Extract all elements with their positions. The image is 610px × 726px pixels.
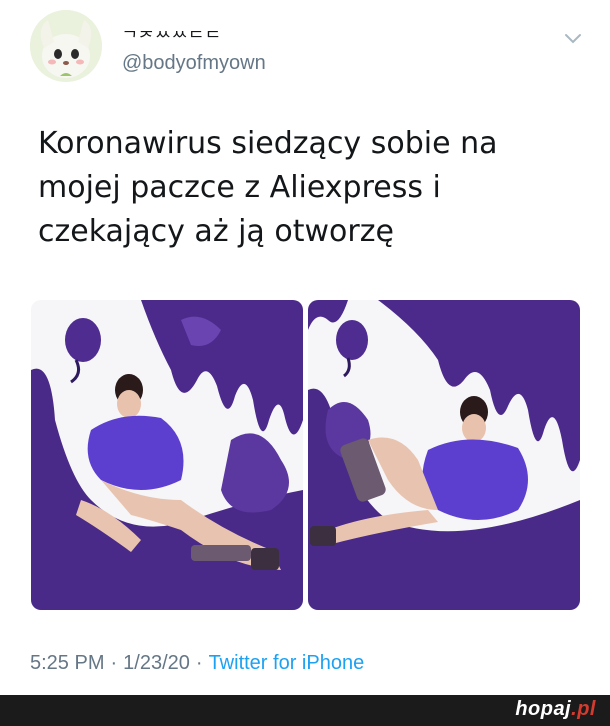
brand-tld: .pl [571, 698, 596, 720]
site-logo[interactable]: hopaj.pl [515, 698, 596, 721]
user-handle[interactable]: @bodyofmyown [122, 52, 266, 75]
avatar-image [30, 10, 102, 82]
avatar[interactable] [30, 10, 102, 82]
tweet-date[interactable]: 1/23/20 [123, 652, 190, 674]
tweet-text-line: mojej paczce z Aliexpress i [38, 170, 441, 205]
tweet-meta: 5:25 PM · 1/23/20 · Twitter for iPhone [30, 652, 364, 675]
chevron-down-icon[interactable] [562, 30, 584, 46]
tweet-time[interactable]: 5:25 PM [30, 652, 104, 674]
tweet-text-line: Koronawirus siedzący sobie na [38, 126, 498, 161]
tweet-photo-left[interactable] [31, 300, 303, 610]
photo-right-image [308, 300, 580, 610]
tweet-text-line: czekający aż ją otworzę [38, 214, 394, 249]
display-name[interactable]: ᄀᅎᄊᄊᄃᄃ [122, 24, 222, 49]
tweet-text: Koronawirus siedzący sobie na mojej pacz… [38, 122, 578, 254]
brand-name: hopaj [515, 698, 572, 720]
meta-separator: · [110, 652, 118, 674]
tweet-photo-right[interactable] [308, 300, 580, 610]
tweet-source-link[interactable]: Twitter for iPhone [209, 652, 365, 674]
watermark-bar: hopaj.pl [0, 695, 610, 726]
meta-separator: · [195, 652, 203, 674]
photo-left-image [31, 300, 303, 610]
